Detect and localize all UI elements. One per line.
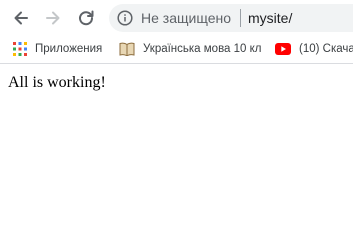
- bookmark-ukrainian[interactable]: Українська мова 10 кл: [119, 40, 262, 58]
- arrow-right-icon: [46, 11, 60, 25]
- bookmark-apps[interactable]: Приложения: [13, 40, 102, 58]
- arrow-left-icon: [14, 11, 28, 25]
- bookmark-label: Українська мова 10 кл: [143, 43, 262, 55]
- forward-button[interactable]: [41, 6, 65, 30]
- security-status-text[interactable]: Не защищено: [141, 10, 231, 26]
- url-text[interactable]: mysite/: [248, 10, 292, 26]
- address-bar[interactable]: Не защищено mysite/: [109, 4, 353, 32]
- youtube-icon: [275, 43, 291, 55]
- bookmark-label: Приложения: [35, 43, 103, 55]
- back-button[interactable]: [9, 6, 33, 30]
- bookmarks-bar: Приложения Українська мова 10 кл (10) Ск…: [0, 35, 353, 64]
- reload-icon: [79, 10, 94, 26]
- bookmark-label: (10) Скачать: [299, 43, 353, 55]
- info-icon[interactable]: [117, 10, 133, 26]
- apps-grid-icon: [13, 42, 27, 56]
- book-icon: [119, 42, 135, 56]
- page-body-text: All is working!: [8, 74, 106, 91]
- browser-toolbar: Не защищено mysite/: [0, 0, 353, 35]
- address-bar-divider: [240, 9, 241, 27]
- bookmark-youtube[interactable]: (10) Скачать: [275, 40, 353, 58]
- reload-button[interactable]: [74, 6, 98, 30]
